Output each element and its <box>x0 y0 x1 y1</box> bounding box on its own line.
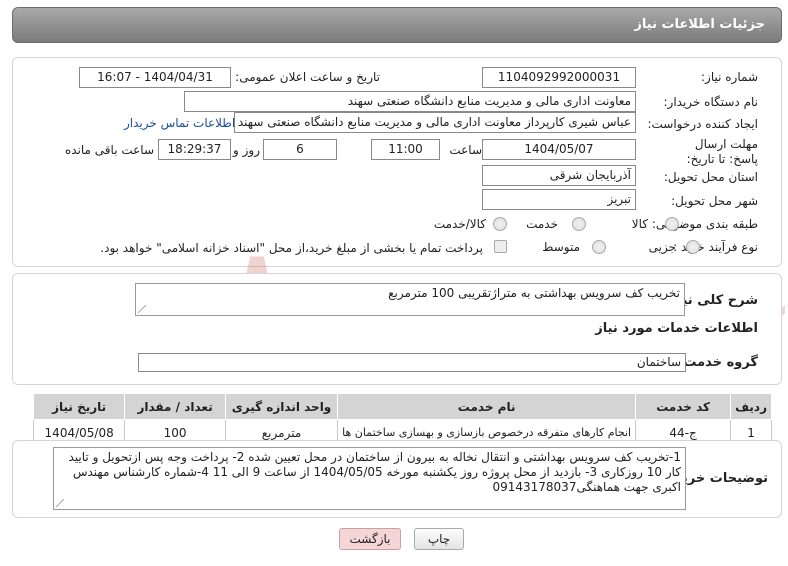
process-medium-radio[interactable] <box>592 240 606 254</box>
announce-label: تاریخ و ساعت اعلان عمومی: <box>235 70 380 84</box>
city-label: شهر محل تحویل: <box>671 194 758 208</box>
contact-info-link[interactable]: اطلاعات تماس خریدار <box>124 116 235 130</box>
need-number-field[interactable]: 1104092992000031 <box>482 67 636 88</box>
column-header-unit: واحد اندازه گیری <box>224 393 339 420</box>
category-service-radio[interactable] <box>572 217 586 231</box>
info-panel <box>12 57 782 267</box>
deadline-time-label: ساعت <box>449 143 482 157</box>
treasury-payment-checkbox[interactable] <box>494 240 507 253</box>
process-minor-label: جزیی <box>648 240 676 254</box>
category-goods-radio[interactable] <box>665 217 679 231</box>
province-label: استان محل تحویل: <box>663 170 758 184</box>
requester-label: ایجاد کننده درخواست: <box>647 117 758 131</box>
services-table: ردیف کد خدمت نام خدمت واحد اندازه گیری ت… <box>32 393 772 446</box>
buyer-notes-text: 1-تخریب کف سرویس بهداشتی و انتقال نخاله … <box>68 450 681 494</box>
resize-handle-icon[interactable] <box>56 499 64 507</box>
table-header-row: ردیف کد خدمت نام خدمت واحد اندازه گیری ت… <box>32 393 772 420</box>
category-goods-service-label: کالا/خدمت <box>433 217 486 231</box>
process-medium-label: متوسط <box>542 240 580 254</box>
deadline-label-text: مهلت ارسال پاسخ: تا تاریخ: <box>686 137 758 166</box>
announce-datetime-field[interactable]: 1404/04/31 - 16:07 <box>79 67 231 88</box>
deadline-time-field[interactable]: 11:00 <box>371 139 440 160</box>
back-button[interactable]: بازگشت <box>339 528 401 550</box>
services-section-title: اطلاعات خدمات مورد نیاز <box>595 321 758 336</box>
deadline-date-field[interactable]: 1404/05/07 <box>482 139 636 160</box>
process-minor-radio[interactable] <box>686 240 700 254</box>
need-number-label: شماره نیاز: <box>701 70 758 84</box>
column-header-row-number: ردیف <box>730 393 772 420</box>
summary-text: تخریب کف سرویس بهداشتی به متراژتقریبی 10… <box>388 286 680 300</box>
summary-textbox[interactable]: تخریب کف سرویس بهداشتی به متراژتقریبی 10… <box>135 283 685 316</box>
buyer-org-label: نام دستگاه خریدار: <box>663 95 759 109</box>
column-header-need-date: تاریخ نیاز <box>32 393 126 420</box>
city-field[interactable]: تبریز <box>482 189 636 210</box>
remaining-time-field[interactable]: 18:29:37 <box>158 139 231 160</box>
category-goods-label: کالا <box>631 217 648 231</box>
deadline-label: مهلت ارسال پاسخ: تا تاریخ: <box>668 137 758 167</box>
resize-handle-icon[interactable] <box>138 305 146 313</box>
category-goods-service-radio[interactable] <box>493 217 507 231</box>
print-button[interactable]: چاپ <box>414 528 464 550</box>
province-field[interactable]: آذربایجان شرقی <box>482 165 636 186</box>
requester-field[interactable]: عباس شیری کارپرداز معاونت اداری مالی و م… <box>234 112 636 133</box>
days-field[interactable]: 6 <box>263 139 337 160</box>
category-service-label: خدمت <box>526 217 558 231</box>
service-group-label: گروه خدمت: <box>678 355 758 370</box>
page-title: جزئیات اطلاعات نیاز <box>634 17 765 32</box>
buyer-org-field[interactable]: معاونت اداری مالی و مدیریت منابع دانشگاه… <box>184 91 636 112</box>
page-header: جزئیات اطلاعات نیاز <box>12 7 782 43</box>
payment-note: پرداخت تمام یا بخشی از مبلغ خرید،از محل … <box>100 241 483 255</box>
buyer-notes-textbox[interactable]: 1-تخریب کف سرویس بهداشتی و انتقال نخاله … <box>53 447 686 510</box>
service-group-field[interactable]: ساختمان <box>138 353 686 372</box>
remaining-label: ساعت باقی مانده <box>64 143 154 157</box>
column-header-quantity: تعداد / مقدار <box>124 393 226 420</box>
column-header-service-code: کد خدمت <box>635 393 732 420</box>
days-label: روز و <box>233 143 260 157</box>
column-header-service-name: نام خدمت <box>337 393 637 420</box>
